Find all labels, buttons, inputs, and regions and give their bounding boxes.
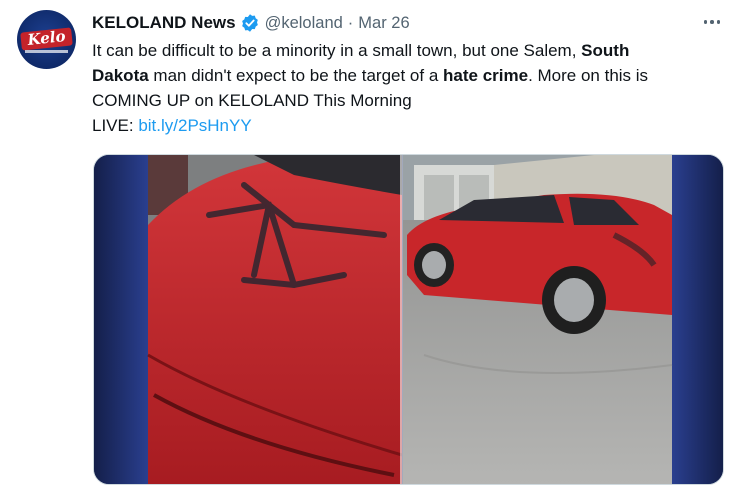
account-handle[interactable]: @keloland	[265, 14, 343, 33]
photo-icon	[94, 155, 723, 484]
tweet-line-4: LIVE: bit.ly/2PsHnYY	[92, 113, 722, 138]
more-options-icon[interactable]	[699, 11, 725, 33]
tweet-bold-text: Dakota	[92, 66, 149, 85]
avatar[interactable]: Kelo	[17, 10, 76, 69]
separator-dot: ·	[347, 13, 354, 32]
tweet-text-segment: It can be difficult to be a minority in …	[92, 41, 582, 60]
tweet-line-2: Dakota man didn't expect to be the targe…	[92, 63, 722, 88]
tweet-text-segment: . More on this is	[528, 66, 649, 85]
avatar-logo-text: Kelo	[26, 27, 67, 49]
tweet-text-segment: man didn't expect to be the target of a	[148, 66, 444, 85]
tweet-text: It can be difficult to be a minority in …	[92, 38, 722, 138]
tweet-photo[interactable]	[93, 154, 724, 485]
tweet-line-3: COMING UP on KELOLAND This Morning	[92, 91, 412, 110]
tweet-header: KELOLAND News @keloland · Mar 26	[92, 12, 410, 34]
verified-badge-icon	[240, 13, 260, 33]
tweet-date[interactable]: Mar 26	[358, 14, 409, 33]
live-label: LIVE:	[92, 116, 139, 135]
tweet-line-1: It can be difficult to be a minority in …	[92, 38, 722, 63]
tweet-bold-text: South	[581, 41, 630, 60]
account-name[interactable]: KELOLAND News	[92, 13, 236, 33]
avatar-underline	[25, 50, 68, 53]
tweet-bold-text: hate crime	[443, 66, 529, 85]
tweet-card[interactable]: Kelo KELOLAND News @keloland · Mar 26 It…	[0, 0, 737, 488]
live-link[interactable]: bit.ly/2PsHnYY	[138, 116, 251, 135]
